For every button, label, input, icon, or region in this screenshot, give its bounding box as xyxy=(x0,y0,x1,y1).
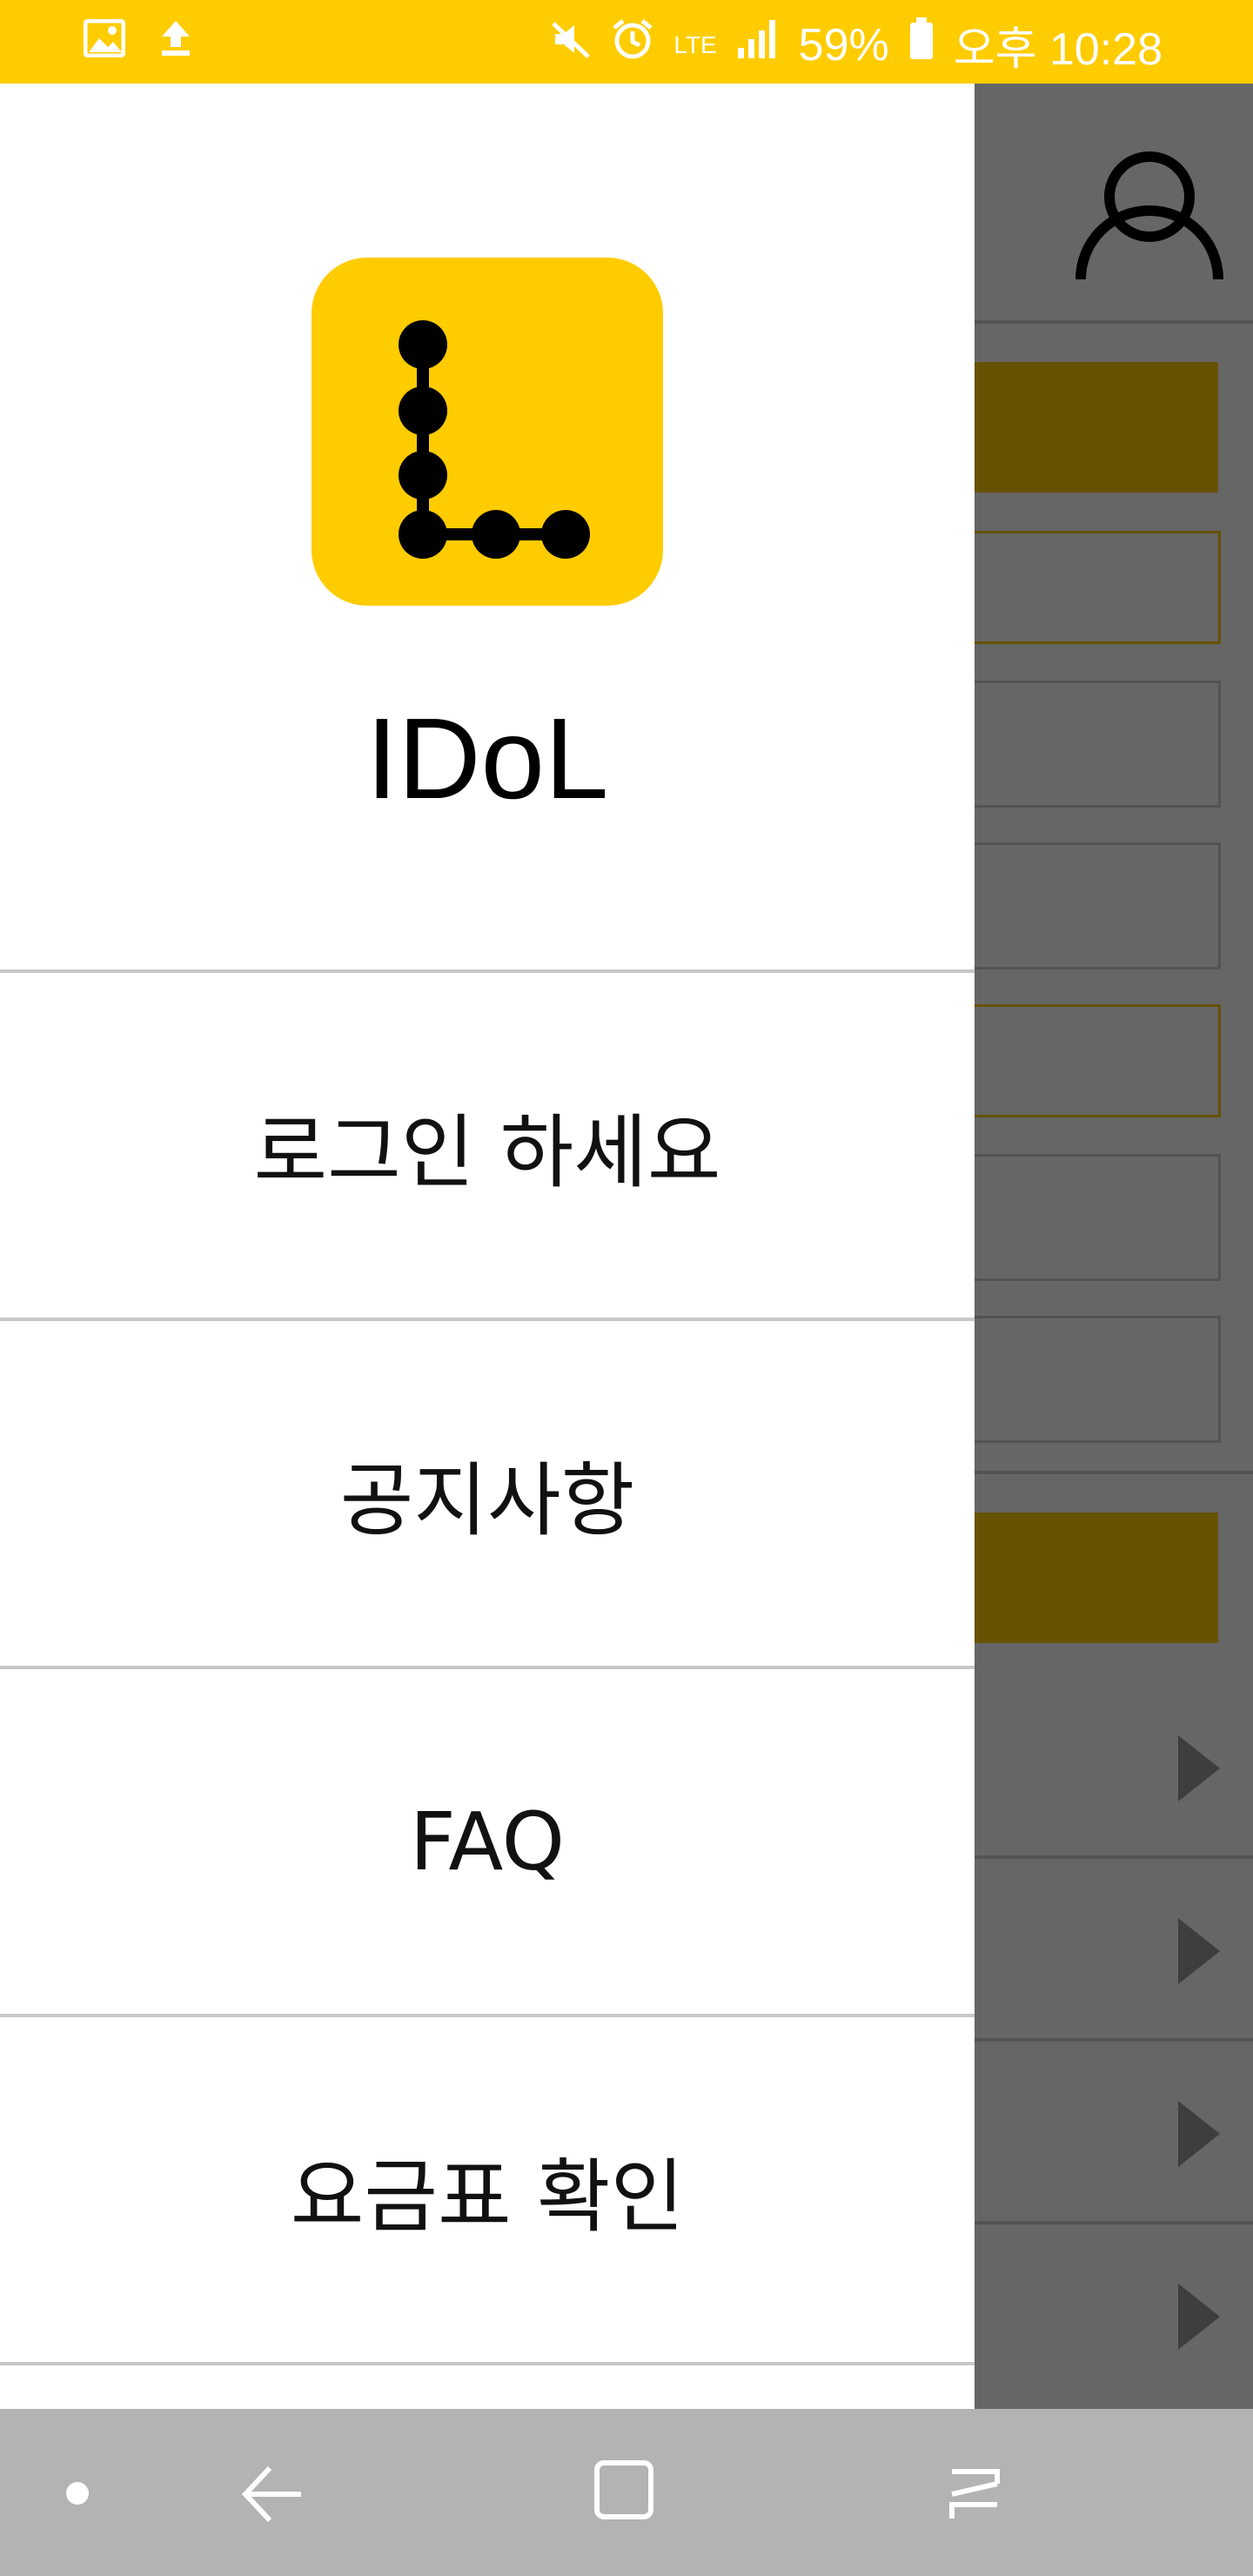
image-icon xyxy=(83,18,126,61)
app-name: IDoL xyxy=(365,694,609,822)
signal-icon xyxy=(736,18,780,71)
menu-item-notices[interactable]: 공지사항 xyxy=(0,1321,975,1669)
status-bar: LTE 59% 오후 10:28 xyxy=(0,0,1253,84)
menu-item-label: 로그인 하세요 xyxy=(253,1105,721,1199)
alarm-icon xyxy=(611,17,654,72)
menu-item-pricing[interactable]: 요금표 확인 xyxy=(0,2017,975,2365)
back-icon[interactable] xyxy=(226,2444,322,2539)
menu-item-faq[interactable]: FAQ xyxy=(0,1669,975,2017)
navigation-bar xyxy=(0,2409,1253,2576)
upload-icon xyxy=(160,19,191,61)
battery-icon xyxy=(908,17,935,72)
mute-icon xyxy=(550,18,592,71)
dot-icon[interactable] xyxy=(66,2482,89,2505)
menu-item-label: FAQ xyxy=(409,1794,566,1888)
menu-item-label: 요금표 확인 xyxy=(290,2150,685,2244)
drawer-header: IDoL xyxy=(0,84,975,973)
navigation-drawer: IDoL 로그인 하세요 공지사항 FAQ 요금표 확인 xyxy=(0,84,975,2409)
menu-item-label: 공지사항 xyxy=(339,1453,635,1547)
recents-icon[interactable] xyxy=(926,2444,1022,2539)
clock: 오후 10:28 xyxy=(953,24,1163,75)
home-icon[interactable] xyxy=(578,2444,673,2539)
battery-percent: 59% xyxy=(798,19,889,70)
idol-logo-icon xyxy=(312,258,663,606)
menu-item-login[interactable]: 로그인 하세요 xyxy=(0,973,975,1321)
lte-icon: LTE xyxy=(673,30,717,58)
